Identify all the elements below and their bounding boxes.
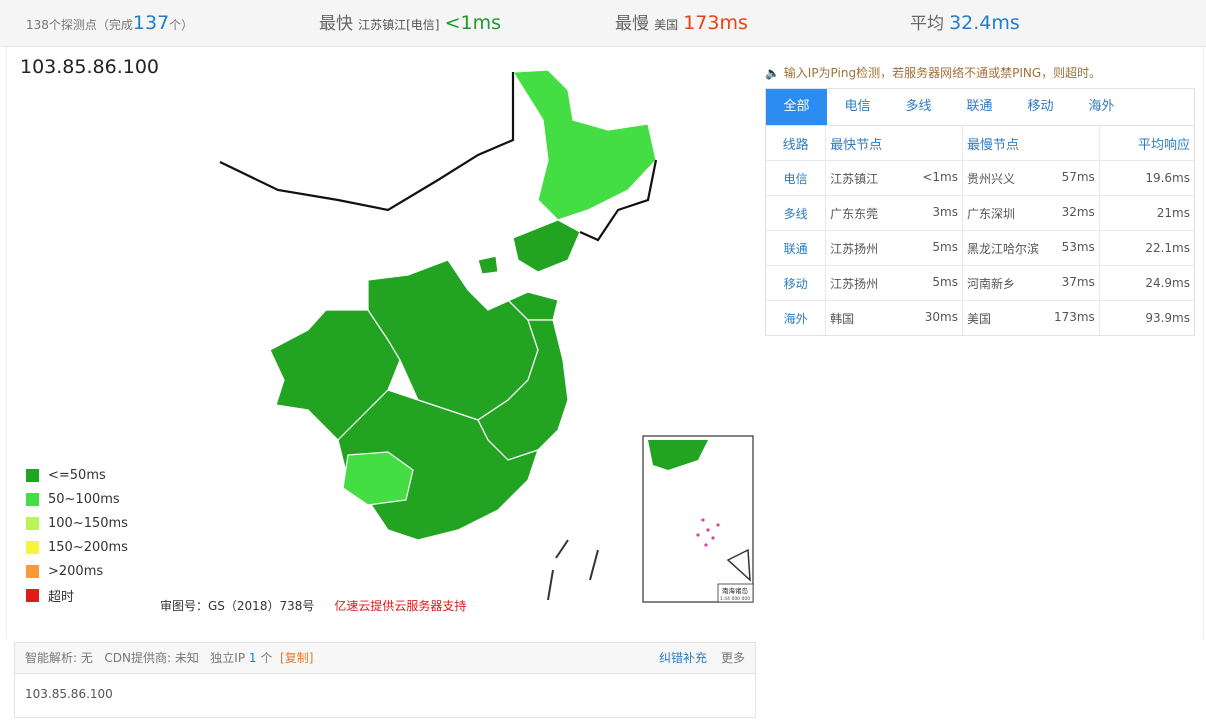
- col-fastest: 最快节点: [825, 126, 963, 161]
- slowest-node: 美国: [654, 18, 679, 32]
- col-slowest: 最慢节点: [962, 126, 1100, 161]
- tab-all[interactable]: 全部: [766, 89, 827, 125]
- correct-link[interactable]: 纠错补充: [659, 651, 707, 665]
- map-region-beijing[interactable]: [477, 255, 499, 275]
- inset-label: 南海诸岛: [722, 586, 748, 595]
- map-caption: 审图号：GS（2018）738号 亿速云提供云服务器支持: [160, 597, 466, 614]
- target-ip-title: 103.85.86.100: [20, 56, 160, 78]
- tab-overseas[interactable]: 海外: [1071, 89, 1132, 125]
- slowest-value: 173ms: [683, 12, 748, 34]
- legend-item: 150~200ms: [26, 535, 128, 559]
- fastest-value: <1ms: [444, 12, 501, 34]
- ip-count: 1: [248, 651, 257, 665]
- inset-scale: 1:44 000 000: [720, 596, 750, 602]
- table-header-row: 线路 最快节点 最慢节点 平均响应: [766, 126, 1194, 161]
- dns-info-box: 智能解析: 无 CDN提供商: 未知 独立IP 1 个 [复制] 纠错补充 更多 …: [14, 642, 756, 718]
- legend-swatch: [26, 564, 39, 578]
- legend-item: <=50ms: [26, 463, 128, 487]
- dns-info-bar: 智能解析: 无 CDN提供商: 未知 独立IP 1 个 [复制] 纠错补充 更多: [15, 643, 755, 674]
- table-row: 海外 韩国 30ms 美国 173ms 93.9ms: [766, 300, 1194, 335]
- legend-item: 100~150ms: [26, 511, 128, 535]
- table-row: 多线 广东东莞 3ms 广东深圳 32ms 21ms: [766, 195, 1194, 231]
- col-line: 线路: [766, 126, 827, 161]
- fastest-summary: 最快 江苏镇江[电信] <1ms: [319, 12, 501, 34]
- legend-swatch: [26, 540, 39, 554]
- tab-mobile[interactable]: 移动: [1010, 89, 1071, 125]
- copy-button[interactable]: [复制]: [280, 651, 313, 665]
- line-stats-panel: 全部 电信 多线 联通 移动 海外 线路 最快节点 最慢节点 平均响应 电信 江…: [765, 88, 1195, 336]
- map-region-hainan[interactable]: [399, 564, 427, 589]
- table-row: 移动 江苏扬州 5ms 河南新乡 37ms 24.9ms: [766, 265, 1194, 301]
- map-region-liaoning[interactable]: [512, 219, 581, 273]
- dns-value: 无: [80, 651, 93, 665]
- summary-bar: 138个探测点（完成137个） 最快 江苏镇江[电信] <1ms 最慢 美国 1…: [0, 0, 1206, 47]
- tab-telecom[interactable]: 电信: [827, 89, 888, 125]
- cdn-value: 未知: [174, 651, 199, 665]
- ip-list: 103.85.86.100: [25, 687, 113, 701]
- legend-swatch: [26, 588, 39, 602]
- legend-swatch: [26, 468, 39, 482]
- table-row: 联通 江苏扬州 5ms 黑龙江哈尔滨 53ms 22.1ms: [766, 230, 1194, 266]
- col-average: 平均响应: [1099, 126, 1194, 161]
- legend-swatch: [26, 492, 39, 506]
- line-tabs: 全部 电信 多线 联通 移动 海外: [766, 89, 1194, 126]
- speaker-icon: 🔈: [765, 66, 780, 80]
- average-value: 32.4ms: [949, 12, 1020, 34]
- legend-swatch: [26, 516, 39, 530]
- tab-multiline[interactable]: 多线: [888, 89, 949, 125]
- map-region-heilongjiang[interactable]: [511, 69, 657, 221]
- sponsor-link[interactable]: 亿速云提供云服务器支持: [334, 599, 466, 613]
- more-link[interactable]: 更多: [721, 651, 745, 665]
- probe-count: 138个探测点（完成137个）: [26, 12, 194, 34]
- legend-item: >200ms: [26, 559, 128, 583]
- average-summary: 平均 32.4ms: [910, 12, 1020, 34]
- probes-done-count: 137: [132, 12, 170, 34]
- map-approval-number: 审图号：GS（2018）738号: [160, 599, 315, 613]
- fastest-node: 江苏镇江[电信]: [358, 18, 440, 32]
- south-china-sea-inset: 南海诸岛 1:44 000 000: [642, 435, 754, 603]
- legend-item: 50~100ms: [26, 487, 128, 511]
- slowest-summary: 最慢 美国 173ms: [615, 12, 748, 34]
- map-legend: <=50ms 50~100ms 100~150ms 150~200ms >200…: [26, 463, 128, 607]
- ping-notice: 🔈 输入IP为Ping检测，若服务器网络不通或禁PING，则超时。: [765, 66, 1102, 80]
- legend-item: 超时: [26, 583, 128, 607]
- tab-unicom[interactable]: 联通: [949, 89, 1010, 125]
- line-stats-table: 线路 最快节点 最慢节点 平均响应 电信 江苏镇江 <1ms 贵州兴义 57ms 1…: [766, 126, 1194, 335]
- table-row: 电信 江苏镇江 <1ms 贵州兴义 57ms 19.6ms: [766, 160, 1194, 196]
- map-region-taiwan[interactable]: [563, 471, 583, 524]
